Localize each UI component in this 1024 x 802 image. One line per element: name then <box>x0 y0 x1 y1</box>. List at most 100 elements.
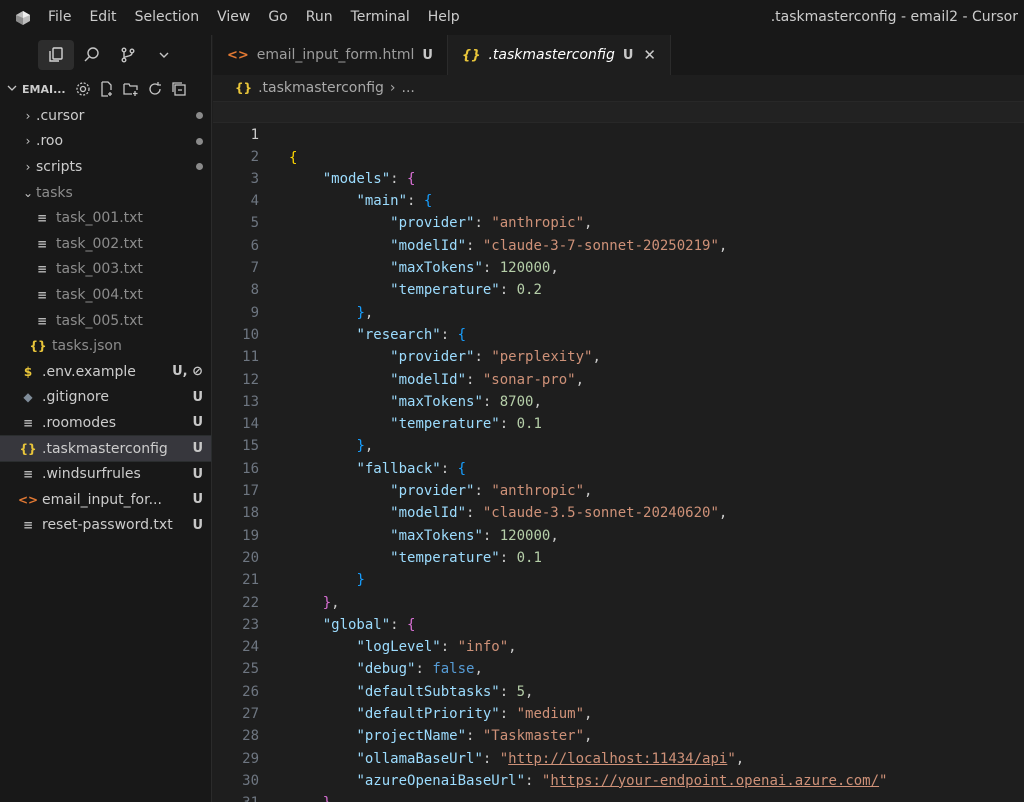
settings-gear-icon[interactable] <box>74 80 92 98</box>
tree-item-label: .roomodes <box>42 414 117 431</box>
code-line: 18 "maxTokens": 120000, <box>213 480 1024 543</box>
tree-folder-roo[interactable]: › .roo <box>0 129 211 155</box>
tree-file-tasks-json[interactable]: {} tasks.json <box>0 333 211 359</box>
chevron-down-icon: ⌄ <box>22 185 34 200</box>
text-file-icon: ≡ <box>36 313 48 328</box>
title-bar: File Edit Selection View Go Run Terminal… <box>0 0 1024 35</box>
code-line: 28 "ollamaBaseUrl": "http://localhost:11… <box>213 703 1024 766</box>
tree-file-reset-password[interactable]: ≡ reset-password.txt U <box>0 513 211 539</box>
git-status-badge: U <box>192 466 203 482</box>
new-file-icon[interactable] <box>98 80 116 98</box>
menu-terminal[interactable]: Terminal <box>342 0 419 35</box>
code-line: 1 { <box>213 101 1024 166</box>
tab-label: .taskmasterconfig <box>488 47 615 63</box>
code-line: 31 } <box>213 770 1024 802</box>
collapse-all-icon[interactable] <box>170 80 188 98</box>
tree-folder-scripts[interactable]: › scripts <box>0 154 211 180</box>
menu-help[interactable]: Help <box>419 0 469 35</box>
code-line: 7 "temperature": 0.2 <box>213 235 1024 298</box>
breadcrumb: {} .taskmasterconfig › ... <box>213 75 1024 101</box>
modified-dot-icon <box>196 137 203 145</box>
tab-status-badge: U <box>622 47 634 63</box>
json-icon: {} <box>235 81 253 95</box>
dollar-icon: $ <box>23 364 33 379</box>
tree-item-label: .cursor <box>36 107 85 124</box>
explorer-section-header[interactable]: EMAI... <box>0 75 211 103</box>
html-icon: <> <box>227 47 249 63</box>
code-line: 11 "modelId": "sonar-pro", <box>213 324 1024 387</box>
tree-file-task-003[interactable]: ≡ task_003.txt <box>0 257 211 283</box>
code-line: 5 "modelId": "claude-3-7-sonnet-20250219… <box>213 190 1024 253</box>
menu-run[interactable]: Run <box>297 0 342 35</box>
menu-edit[interactable]: Edit <box>80 0 125 35</box>
tree-folder-cursor[interactable]: › .cursor <box>0 103 211 129</box>
code-line: 20 } <box>213 525 1024 588</box>
activity-bar <box>0 35 211 75</box>
git-diamond-icon: ◆ <box>23 390 33 405</box>
code-line: 29 "azureOpenaiBaseUrl": "https://your-e… <box>213 725 1024 789</box>
tab-email-input-form[interactable]: <> email_input_form.html U <box>213 35 448 75</box>
code-line: 10 "provider": "perplexity", <box>213 302 1024 365</box>
tree-file-task-005[interactable]: ≡ task_005.txt <box>0 308 211 334</box>
tree-item-label: .gitignore <box>42 389 109 406</box>
tree-file-task-002[interactable]: ≡ task_002.txt <box>0 231 211 257</box>
tab-taskmasterconfig[interactable]: {} .taskmasterconfig U ✕ <box>447 35 671 75</box>
tree-item-label: .roo <box>36 133 64 150</box>
tree-file-task-001[interactable]: ≡ task_001.txt <box>0 205 211 231</box>
text-file-icon: ≡ <box>36 236 48 251</box>
tree-file-windsurfrules[interactable]: ≡ .windsurfrules U <box>0 461 211 487</box>
menu-file[interactable]: File <box>39 0 80 35</box>
source-control-icon[interactable] <box>110 40 146 70</box>
code-line: 12 "maxTokens": 8700, <box>213 346 1024 410</box>
code-line: 8 }, <box>213 257 1024 320</box>
tree-file-taskmasterconfig[interactable]: {} .taskmasterconfig U <box>0 434 212 463</box>
json-file-icon: {} <box>29 339 47 354</box>
tree-file-roomodes[interactable]: ≡ .roomodes U <box>0 410 211 436</box>
code-line: 25 "defaultSubtasks": 5, <box>213 636 1024 699</box>
text-file-icon: ≡ <box>22 415 34 430</box>
tab-status-badge: U <box>422 47 433 63</box>
code-line: 9 "research": { <box>213 279 1024 343</box>
tree-item-label: .windsurfrules <box>42 466 141 483</box>
chevron-right-icon: › <box>25 108 31 123</box>
menu-go[interactable]: Go <box>259 0 296 35</box>
chevron-down-icon <box>6 82 22 97</box>
code-line: 30 } <box>213 748 1024 802</box>
tree-file-task-004[interactable]: ≡ task_004.txt <box>0 282 211 308</box>
explorer-files-icon[interactable] <box>38 40 74 70</box>
cursor-logo-icon <box>13 8 33 28</box>
tab-label: email_input_form.html <box>256 47 415 63</box>
tree-item-label: task_002.txt <box>56 235 143 252</box>
refresh-icon[interactable] <box>146 80 164 98</box>
chevron-down-icon[interactable] <box>146 40 182 70</box>
code-line: 3 "main": { <box>213 146 1024 209</box>
code-line: 21 }, <box>213 547 1024 610</box>
code-editor[interactable]: 1 { 2 "models": { 3 "main": { 4 "provide… <box>213 101 1024 802</box>
breadcrumb-file[interactable]: .taskmasterconfig <box>258 80 384 96</box>
chevron-right-icon: › <box>25 159 31 174</box>
tree-file-gitignore[interactable]: ◆ .gitignore U <box>0 385 211 411</box>
code-line: 32 <box>213 792 1024 802</box>
code-line: 19 "temperature": 0.1 <box>213 502 1024 566</box>
tree-file-env-example[interactable]: $ .env.example U, ⊘ <box>0 359 211 385</box>
editor-tabs: <> email_input_form.html U {} .taskmaste… <box>213 35 1024 75</box>
tree-file-email-input-form[interactable]: <> email_input_for... U <box>0 487 211 513</box>
tree-folder-tasks[interactable]: ⌄ tasks <box>0 180 211 206</box>
code-line: 23 "logLevel": "info", <box>213 592 1024 655</box>
code-line: 2 "models": { <box>213 123 1024 187</box>
tree-item-label: .env.example <box>42 363 136 380</box>
chevron-right-icon: › <box>389 80 396 96</box>
new-folder-icon[interactable] <box>122 80 140 98</box>
editor-area: <> email_input_form.html U {} .taskmaste… <box>213 35 1024 802</box>
close-icon[interactable]: ✕ <box>643 46 656 64</box>
code-line: 13 "temperature": 0.1 <box>213 369 1024 432</box>
breadcrumb-rest[interactable]: ... <box>402 80 415 96</box>
menu-view[interactable]: View <box>208 0 259 35</box>
search-icon[interactable] <box>74 40 110 70</box>
tree-item-label: tasks.json <box>52 338 122 355</box>
window-title: .taskmasterconfig - email2 - Cursor <box>770 9 1018 25</box>
tree-item-label: task_001.txt <box>56 210 143 227</box>
git-status-badge: U, ⊘ <box>172 364 203 380</box>
text-file-icon: ≡ <box>36 287 48 302</box>
menu-selection[interactable]: Selection <box>126 0 209 35</box>
